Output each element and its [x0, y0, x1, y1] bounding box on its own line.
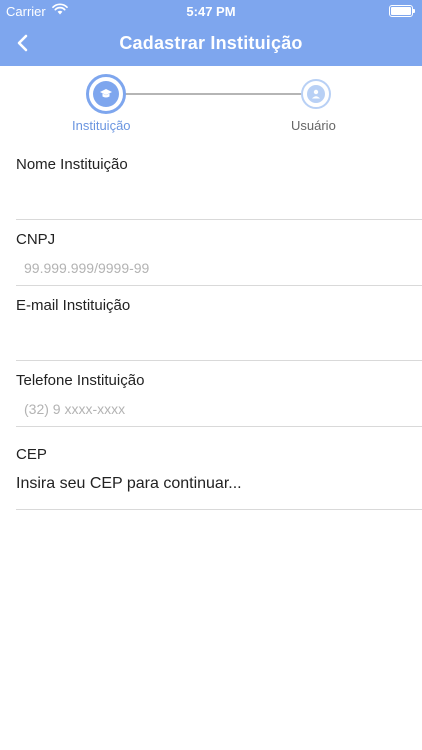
step-usuario[interactable] — [301, 79, 331, 109]
status-time: 5:47 PM — [186, 4, 236, 19]
email-instituicao-field: E-mail Instituição — [16, 297, 422, 362]
separator — [16, 509, 422, 510]
nome-instituicao-input[interactable] — [16, 188, 406, 210]
cep-input[interactable]: Insira seu CEP para continuar... — [16, 475, 242, 493]
nav-bar: Cadastrar Instituição — [0, 22, 422, 66]
status-bar: Carrier 5:47 PM — [0, 0, 422, 22]
page-title: Cadastrar Instituição — [119, 33, 303, 53]
telefone-instituicao-field: Telefone Instituição — [16, 372, 422, 428]
cnpj-label: CNPJ — [16, 231, 56, 248]
stepper: Instituição Usuário — [0, 66, 422, 146]
nome-instituicao-field: Nome Instituição — [16, 156, 422, 220]
separator — [16, 219, 422, 220]
app-header: Carrier 5:47 PM Cadastrar Instituição — [0, 0, 422, 66]
separator — [16, 426, 422, 427]
cnpj-input[interactable] — [24, 257, 414, 279]
cep-label: CEP — [16, 446, 47, 463]
email-instituicao-input[interactable] — [16, 329, 406, 351]
user-icon — [312, 89, 320, 99]
separator — [16, 285, 422, 286]
email-instituicao-label: E-mail Instituição — [16, 297, 131, 314]
stepper-connector — [124, 93, 302, 95]
nome-instituicao-label: Nome Instituição — [16, 156, 128, 173]
separator — [16, 360, 422, 361]
telefone-instituicao-input[interactable] — [24, 398, 414, 420]
step-label-usuario: Usuário — [291, 118, 336, 133]
graduation-cap-icon — [100, 89, 112, 98]
step-instituicao[interactable] — [86, 74, 126, 114]
cep-field: CEP Insira seu CEP para continuar... — [16, 446, 422, 510]
step-label-instituicao: Instituição — [72, 118, 131, 133]
cnpj-field: CNPJ — [16, 231, 422, 287]
battery-icon — [389, 5, 415, 17]
telefone-instituicao-label: Telefone Instituição — [16, 372, 145, 389]
